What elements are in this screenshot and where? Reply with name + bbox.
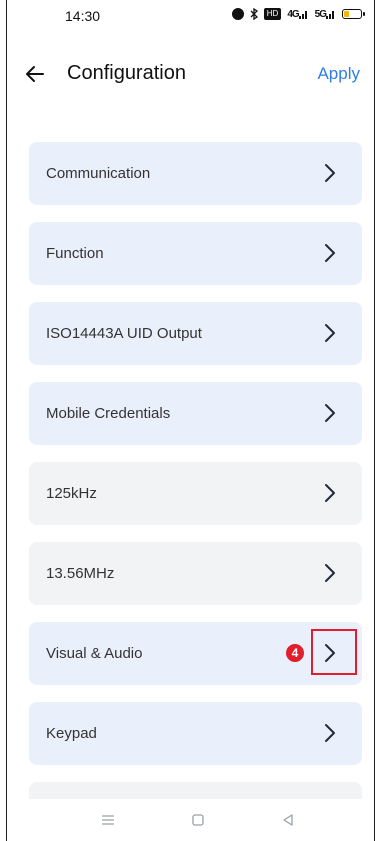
- list-item-label: Mobile Credentials: [46, 405, 171, 422]
- list-item-label: 13.56MHz: [46, 565, 115, 582]
- list-item-communication[interactable]: Communication: [29, 142, 362, 205]
- apply-button[interactable]: Apply: [317, 64, 360, 84]
- list-item-label: 125kHz: [46, 485, 97, 502]
- list-item-keypad[interactable]: Keypad: [29, 702, 362, 765]
- signal-icon-4g: 4G: [287, 9, 308, 20]
- status-time: 14:30: [65, 8, 101, 24]
- page-title: Configuration: [67, 62, 186, 84]
- chevron-right-icon[interactable]: [318, 161, 342, 185]
- signal-icon-5g: 5G: [315, 9, 336, 20]
- list-item-label: Function: [46, 245, 104, 262]
- phone-screen: 14:30 HD 4G 5G Configuration Apply Commu…: [6, 0, 375, 841]
- status-bar: 14:30 HD 4G 5G: [7, 0, 374, 34]
- list-item-label: Keypad: [46, 725, 97, 742]
- alarm-icon: [231, 8, 244, 20]
- list-item-label: ISO14443A UID Output: [46, 325, 202, 342]
- app-header: Configuration Apply: [7, 52, 374, 100]
- chevron-right-icon[interactable]: [318, 641, 342, 665]
- list-item-visual-audio[interactable]: Visual & Audio 4: [29, 622, 362, 685]
- chevron-right-icon[interactable]: [318, 721, 342, 745]
- bluetooth-icon: [250, 8, 258, 20]
- chevron-right-icon[interactable]: [318, 241, 342, 265]
- list-item-iso14443a-uid-output[interactable]: ISO14443A UID Output: [29, 302, 362, 365]
- home-icon[interactable]: [187, 809, 209, 831]
- step-number-badge: 4: [286, 644, 304, 662]
- configuration-list: Communication Function ISO14443A UID Out…: [29, 142, 362, 802]
- chevron-right-icon[interactable]: [318, 321, 342, 345]
- list-item-label: Communication: [46, 165, 151, 182]
- battery-icon: [342, 9, 365, 19]
- list-item-mobile-credentials[interactable]: Mobile Credentials: [29, 382, 362, 445]
- chevron-right-icon[interactable]: [318, 481, 342, 505]
- battery-fill: [344, 11, 349, 17]
- back-arrow-icon[interactable]: [23, 62, 47, 86]
- back-triangle-icon[interactable]: [277, 809, 299, 831]
- list-item-function[interactable]: Function: [29, 222, 362, 285]
- hd-icon: HD: [263, 8, 282, 20]
- signal-label-4g: 4G: [287, 8, 299, 20]
- status-icons: HD 4G 5G: [231, 8, 365, 20]
- list-item-label: Visual & Audio: [46, 645, 143, 662]
- chevron-right-icon[interactable]: [318, 401, 342, 425]
- list-item-13-56mhz[interactable]: 13.56MHz: [29, 542, 362, 605]
- list-item-125khz[interactable]: 125kHz: [29, 462, 362, 525]
- recent-apps-icon[interactable]: [97, 809, 119, 831]
- chevron-right-icon[interactable]: [318, 561, 342, 585]
- system-nav-bar: [7, 799, 374, 841]
- signal-label-5g: 5G: [314, 8, 327, 20]
